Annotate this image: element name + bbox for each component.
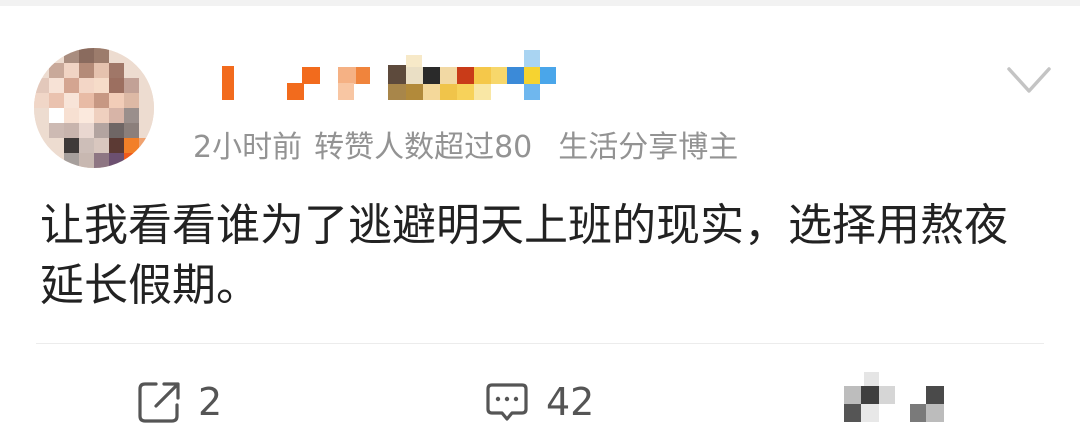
repost-count: 2	[198, 380, 223, 424]
avatar[interactable]	[34, 48, 154, 168]
post-menu-button[interactable]	[1006, 64, 1052, 96]
post-text: 让我看看谁为了逃避明天上班的现实，选择用熬夜延长假期。	[40, 200, 1008, 311]
pixelated-like-icon	[844, 372, 944, 422]
chevron-down-icon	[1007, 67, 1051, 93]
comment-count: 42	[546, 380, 595, 424]
post-time: 2小时前	[193, 130, 303, 165]
repost-status: 转赞人数超过80	[314, 130, 533, 165]
comment-icon	[486, 383, 528, 421]
pixelated-avatar-icon	[34, 48, 154, 168]
user-tag[interactable]: 生活分享博主	[558, 128, 738, 168]
pixelated-username-icon	[222, 50, 556, 100]
repost-button[interactable]: 2	[136, 372, 222, 432]
username[interactable]	[218, 50, 558, 106]
top-divider-strip	[0, 0, 1080, 6]
share-icon	[138, 382, 180, 423]
like-button[interactable]	[842, 368, 948, 428]
comment-button[interactable]: 42	[484, 372, 594, 432]
action-divider	[36, 343, 1044, 344]
post-meta: 2小时前 转赞人数超过80 生活分享博主	[193, 128, 738, 168]
